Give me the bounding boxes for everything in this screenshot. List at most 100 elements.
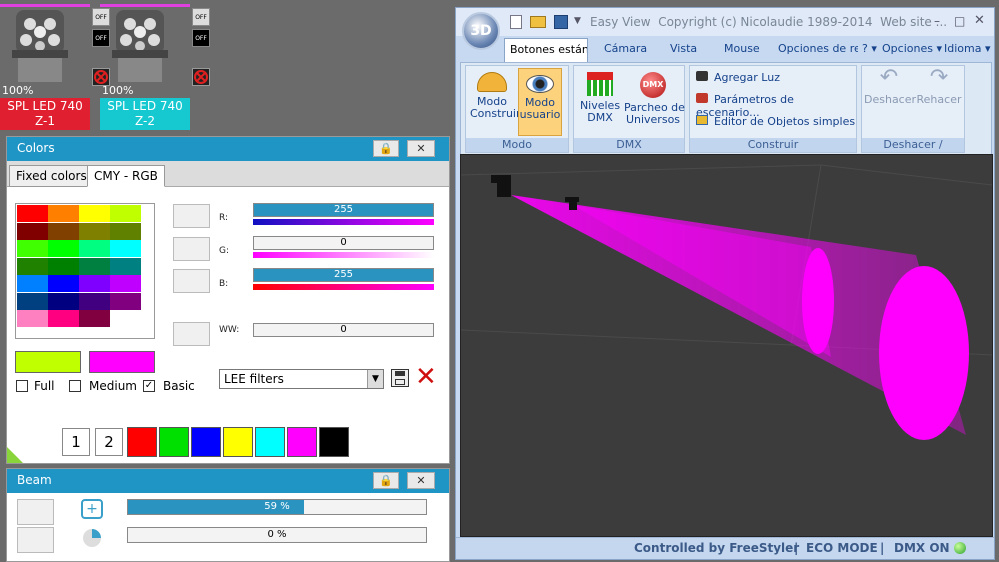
help-menu[interactable]: ? ▾ (862, 42, 877, 55)
medium-checkbox[interactable] (69, 380, 81, 392)
resize-grip-icon[interactable] (7, 447, 23, 463)
green-slider[interactable]: 0 (253, 236, 434, 250)
quick-color-swatch[interactable] (191, 427, 221, 457)
open-folder-icon[interactable] (530, 16, 546, 28)
red-slider[interactable]: 255 (253, 203, 434, 217)
editor-objetos-button[interactable]: Editor de Objetos simples (696, 115, 855, 128)
idioma-menu[interactable]: Idioma ▾ (944, 42, 991, 55)
color-palette[interactable] (15, 203, 155, 339)
tab-camara[interactable]: Cámara (604, 42, 647, 55)
palette-swatch[interactable] (79, 205, 110, 222)
shutter-off-button[interactable]: OFF (192, 8, 210, 26)
palette-swatch[interactable] (17, 257, 48, 275)
blue-slider[interactable]: 255 (253, 268, 434, 282)
palette-swatch[interactable] (110, 222, 141, 240)
palette-swatch[interactable] (17, 205, 48, 222)
tab-botones[interactable]: Botones están (504, 38, 588, 62)
page-2-button[interactable]: 2 (95, 428, 123, 456)
tab-opciones-de-render[interactable]: Opciones de re (778, 42, 858, 55)
tab-fixed-colors[interactable]: Fixed colors (9, 165, 94, 187)
modo-construir-button[interactable]: Modo Construir (470, 68, 521, 136)
blue-channel-button[interactable] (173, 269, 210, 293)
chevron-down-icon[interactable]: ▼ (367, 370, 383, 388)
tab-cmy-rgb[interactable]: CMY - RGB (87, 165, 165, 187)
green-channel-button[interactable] (173, 237, 210, 261)
palette-swatch[interactable] (48, 240, 79, 257)
fixture-2[interactable]: 100% SPL LED 740 Z-2 (100, 0, 190, 130)
colors-panel-title: Colors (17, 141, 55, 155)
current-color-2[interactable] (89, 351, 155, 373)
chevron-down-icon[interactable]: ▼ (574, 16, 581, 26)
palette-swatch[interactable] (79, 240, 110, 257)
palette-swatch[interactable] (17, 240, 48, 257)
palette-swatch[interactable] (110, 205, 141, 222)
tab-mouse[interactable]: Mouse (724, 42, 760, 55)
lock-icon[interactable]: 🔒 (373, 472, 399, 489)
modo-usuario-button[interactable]: Modo usuario (518, 68, 562, 136)
niveles-dmx-button[interactable]: Niveles DMX (578, 68, 622, 136)
delete-icon[interactable]: ✕ (415, 364, 441, 391)
quick-color-swatch[interactable] (287, 427, 317, 457)
ww-slider[interactable]: 0 (253, 323, 434, 337)
palette-swatch[interactable] (110, 310, 141, 327)
maximize-icon[interactable]: □ (954, 14, 970, 28)
palette-swatch[interactable] (110, 240, 141, 257)
parcheo-universos-button[interactable]: DMX Parcheo de Universos (624, 68, 685, 136)
save-icon[interactable] (391, 369, 409, 387)
palette-swatch[interactable] (79, 292, 110, 310)
tab-vista[interactable]: Vista (670, 42, 697, 55)
quick-color-swatch[interactable] (255, 427, 285, 457)
zoom-button[interactable] (17, 499, 54, 525)
minimize-icon[interactable]: – (934, 14, 950, 28)
zoom-slider[interactable]: 59 % (127, 499, 427, 515)
app-logo[interactable]: 3D (462, 12, 500, 50)
palette-swatch[interactable] (48, 222, 79, 240)
quick-color-swatch[interactable] (223, 427, 253, 457)
palette-swatch[interactable] (79, 310, 110, 327)
ww-channel-button[interactable] (173, 322, 210, 346)
palette-swatch[interactable] (48, 292, 79, 310)
palette-swatch[interactable] (17, 292, 48, 310)
palette-swatch[interactable] (17, 310, 48, 327)
palette-swatch[interactable] (48, 310, 79, 327)
red-channel-button[interactable] (173, 204, 210, 228)
focus-button[interactable] (17, 527, 54, 553)
focus-slider[interactable]: 0 % (127, 527, 427, 543)
moving-head-icon (112, 10, 168, 82)
save-icon[interactable] (554, 15, 568, 29)
opciones-menu[interactable]: Opciones ▾ (882, 42, 942, 55)
filter-select[interactable]: LEE filters ▼ (219, 369, 384, 389)
full-checkbox[interactable] (16, 380, 28, 392)
quick-color-swatch[interactable] (127, 427, 157, 457)
palette-swatch[interactable] (79, 257, 110, 275)
stage-scene[interactable] (460, 155, 993, 536)
fixture-1[interactable]: 100% SPL LED 740 Z-1 (0, 0, 90, 130)
lock-icon[interactable]: 🔒 (373, 140, 399, 157)
quick-color-swatch[interactable] (319, 427, 349, 457)
colors-tabs: Fixed colors CMY - RGB (7, 161, 449, 187)
quick-color-swatch[interactable] (159, 427, 189, 457)
page-1-button[interactable]: 1 (62, 428, 90, 456)
palette-swatch[interactable] (48, 275, 79, 292)
close-icon[interactable]: ✕ (407, 472, 435, 489)
3d-viewport[interactable] (460, 154, 993, 537)
new-file-icon[interactable] (510, 15, 522, 29)
basic-checkbox[interactable]: ✓ (143, 380, 155, 392)
close-icon[interactable]: ✕ (407, 140, 435, 157)
close-icon[interactable]: ✕ (974, 13, 990, 28)
palette-swatch[interactable] (17, 275, 48, 292)
agregar-luz-button[interactable]: Agregar Luz (696, 71, 780, 84)
palette-swatch[interactable] (110, 292, 141, 310)
disable-fixture-icon[interactable] (192, 68, 210, 86)
current-color-1[interactable] (15, 351, 81, 373)
palette-swatch[interactable] (79, 275, 110, 292)
palette-swatch[interactable] (48, 257, 79, 275)
palette-swatch[interactable] (110, 275, 141, 292)
rehacer-button[interactable]: ↷ Rehacer (914, 67, 964, 136)
palette-swatch[interactable] (79, 222, 110, 240)
palette-swatch[interactable] (110, 257, 141, 275)
palette-swatch[interactable] (48, 205, 79, 222)
strobe-off-button[interactable]: OFF (192, 29, 210, 47)
deshacer-button[interactable]: ↶ Deshacer (864, 67, 916, 136)
palette-swatch[interactable] (17, 222, 48, 240)
